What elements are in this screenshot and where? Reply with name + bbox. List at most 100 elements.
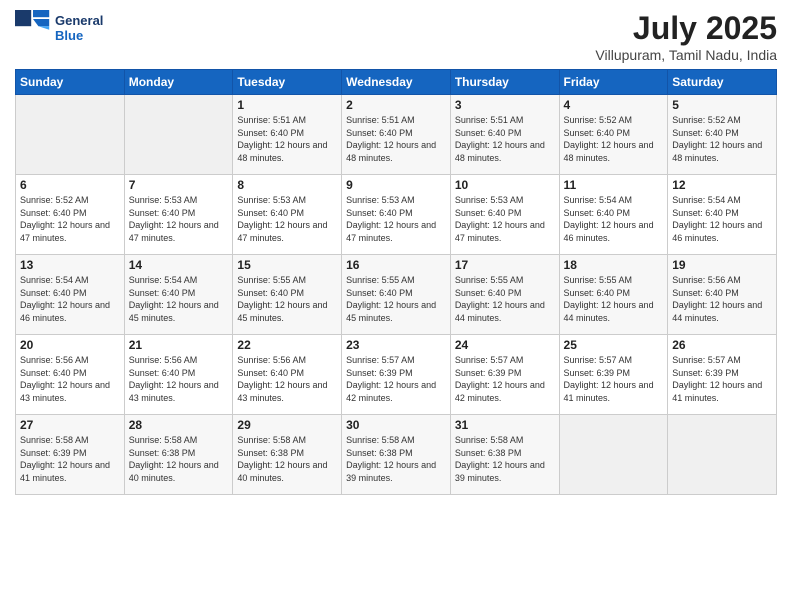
day-info: Sunrise: 5:58 AMSunset: 6:39 PMDaylight:… — [20, 434, 120, 484]
day-number: 29 — [237, 418, 337, 432]
day-info: Sunrise: 5:51 AMSunset: 6:40 PMDaylight:… — [346, 114, 446, 164]
day-number: 19 — [672, 258, 772, 272]
day-number: 5 — [672, 98, 772, 112]
day-info: Sunrise: 5:58 AMSunset: 6:38 PMDaylight:… — [237, 434, 337, 484]
day-cell: 19 Sunrise: 5:56 AMSunset: 6:40 PMDayligh… — [668, 255, 777, 335]
day-cell: 7 Sunrise: 5:53 AMSunset: 6:40 PMDaylight… — [124, 175, 233, 255]
header-cell-thursday: Thursday — [450, 70, 559, 95]
subtitle: Villupuram, Tamil Nadu, India — [595, 47, 777, 63]
week-row-3: 13Sunrise: 5:54 AMSunset: 6:40 PMDayligh… — [16, 255, 777, 335]
day-info: Sunrise: 5:56 AMSunset: 6:40 PMDaylight:… — [129, 354, 229, 404]
day-cell: 15Sunrise: 5:55 AMSunset: 6:40 PMDayligh… — [233, 255, 342, 335]
title-block: July 2025 Villupuram, Tamil Nadu, India — [595, 10, 777, 63]
header-cell-tuesday: Tuesday — [233, 70, 342, 95]
day-info: Sunrise: 5:53 AMSunset: 6:40 PMDaylight:… — [129, 194, 229, 244]
day-cell: 6 Sunrise: 5:52 AMSunset: 6:40 PMDaylight… — [16, 175, 125, 255]
day-info: Sunrise: 5:53 AMSunset: 6:40 PMDaylight:… — [455, 194, 555, 244]
logo-icon — [15, 10, 51, 46]
day-info: Sunrise: 5:56 AMSunset: 6:40 PMDaylight:… — [20, 354, 120, 404]
day-info: Sunrise: 5:58 AMSunset: 6:38 PMDaylight:… — [455, 434, 555, 484]
day-info: Sunrise: 5:57 AMSunset: 6:39 PMDaylight:… — [564, 354, 664, 404]
day-info: Sunrise: 5:52 AMSunset: 6:40 PMDaylight:… — [20, 194, 120, 244]
week-row-2: 6 Sunrise: 5:52 AMSunset: 6:40 PMDaylight… — [16, 175, 777, 255]
day-number: 28 — [129, 418, 229, 432]
day-cell: 31 Sunrise: 5:58 AMSunset: 6:38 PMDayligh… — [450, 415, 559, 495]
day-cell — [668, 415, 777, 495]
day-cell: 23Sunrise: 5:57 AMSunset: 6:39 PMDayligh… — [342, 335, 451, 415]
page: General Blue July 2025 Villupuram, Tamil… — [0, 0, 792, 612]
day-number: 23 — [346, 338, 446, 352]
day-info: Sunrise: 5:58 AMSunset: 6:38 PMDaylight:… — [129, 434, 229, 484]
day-cell: 10 Sunrise: 5:53 AMSunset: 6:40 PMDayligh… — [450, 175, 559, 255]
day-info: Sunrise: 5:57 AMSunset: 6:39 PMDaylight:… — [455, 354, 555, 404]
day-number: 7 — [129, 178, 229, 192]
day-info: Sunrise: 5:54 AMSunset: 6:40 PMDaylight:… — [20, 274, 120, 324]
day-info: Sunrise: 5:51 AMSunset: 6:40 PMDaylight:… — [455, 114, 555, 164]
day-info: Sunrise: 5:55 AMSunset: 6:40 PMDaylight:… — [346, 274, 446, 324]
day-cell — [559, 415, 668, 495]
day-number: 10 — [455, 178, 555, 192]
week-row-4: 20 Sunrise: 5:56 AMSunset: 6:40 PMDayligh… — [16, 335, 777, 415]
header-row: SundayMondayTuesdayWednesdayThursdayFrid… — [16, 70, 777, 95]
day-number: 1 — [237, 98, 337, 112]
day-cell: 13Sunrise: 5:54 AMSunset: 6:40 PMDayligh… — [16, 255, 125, 335]
day-cell: 18 Sunrise: 5:55 AMSunset: 6:40 PMDayligh… — [559, 255, 668, 335]
day-number: 20 — [20, 338, 120, 352]
day-cell: 1Sunrise: 5:51 AMSunset: 6:40 PMDaylight… — [233, 95, 342, 175]
week-row-1: 1 Sunrise: 5:51 AMSunset: 6:40 PMDaylight… — [16, 95, 777, 175]
day-cell — [16, 95, 125, 175]
day-cell: 25 Sunrise: 5:57 AMSunset: 6:39 PMDayligh… — [559, 335, 668, 415]
day-cell: 9Sunrise: 5:53 AMSunset: 6:40 PMDaylight… — [342, 175, 451, 255]
month-title: July 2025 — [595, 10, 777, 47]
day-number: 14 — [129, 258, 229, 272]
day-number: 25 — [564, 338, 664, 352]
day-number: 22 — [237, 338, 337, 352]
day-cell: 22 Sunrise: 5:56 AMSunset: 6:40 PMDayligh… — [233, 335, 342, 415]
day-number: 26 — [672, 338, 772, 352]
day-info: Sunrise: 5:55 AMSunset: 6:40 PMDaylight:… — [455, 274, 555, 324]
day-cell: 5Sunrise: 5:52 AMSunset: 6:40 PMDaylight… — [668, 95, 777, 175]
day-cell — [124, 95, 233, 175]
day-cell: 14 Sunrise: 5:54 AMSunset: 6:40 PMDayligh… — [124, 255, 233, 335]
day-info: Sunrise: 5:54 AMSunset: 6:40 PMDaylight:… — [564, 194, 664, 244]
header-cell-sunday: Sunday — [16, 70, 125, 95]
day-number: 31 — [455, 418, 555, 432]
day-cell: 17 Sunrise: 5:55 AMSunset: 6:40 PMDayligh… — [450, 255, 559, 335]
logo-text: General Blue — [55, 13, 103, 43]
day-number: 3 — [455, 98, 555, 112]
day-info: Sunrise: 5:54 AMSunset: 6:40 PMDaylight:… — [129, 274, 229, 324]
day-number: 18 — [564, 258, 664, 272]
day-info: Sunrise: 5:56 AMSunset: 6:40 PMDaylight:… — [672, 274, 772, 324]
day-number: 17 — [455, 258, 555, 272]
day-number: 2 — [346, 98, 446, 112]
day-info: Sunrise: 5:56 AMSunset: 6:40 PMDaylight:… — [237, 354, 337, 404]
day-number: 16 — [346, 258, 446, 272]
day-cell: 12Sunrise: 5:54 AMSunset: 6:40 PMDayligh… — [668, 175, 777, 255]
day-cell: 26Sunrise: 5:57 AMSunset: 6:39 PMDayligh… — [668, 335, 777, 415]
day-number: 24 — [455, 338, 555, 352]
calendar-table: SundayMondayTuesdayWednesdayThursdayFrid… — [15, 69, 777, 495]
day-number: 6 — [20, 178, 120, 192]
day-cell: 20 Sunrise: 5:56 AMSunset: 6:40 PMDayligh… — [16, 335, 125, 415]
day-info: Sunrise: 5:55 AMSunset: 6:40 PMDaylight:… — [564, 274, 664, 324]
header-cell-friday: Friday — [559, 70, 668, 95]
day-number: 8 — [237, 178, 337, 192]
day-cell: 4Sunrise: 5:52 AMSunset: 6:40 PMDaylight… — [559, 95, 668, 175]
day-number: 15 — [237, 258, 337, 272]
day-number: 11 — [564, 178, 664, 192]
header: General Blue July 2025 Villupuram, Tamil… — [15, 10, 777, 63]
header-cell-wednesday: Wednesday — [342, 70, 451, 95]
day-cell: 21 Sunrise: 5:56 AMSunset: 6:40 PMDayligh… — [124, 335, 233, 415]
logo: General Blue — [15, 10, 103, 46]
day-number: 21 — [129, 338, 229, 352]
day-info: Sunrise: 5:58 AMSunset: 6:38 PMDaylight:… — [346, 434, 446, 484]
day-cell: 29 Sunrise: 5:58 AMSunset: 6:38 PMDayligh… — [233, 415, 342, 495]
day-cell: 30Sunrise: 5:58 AMSunset: 6:38 PMDayligh… — [342, 415, 451, 495]
day-cell: 11 Sunrise: 5:54 AMSunset: 6:40 PMDayligh… — [559, 175, 668, 255]
header-cell-monday: Monday — [124, 70, 233, 95]
day-number: 9 — [346, 178, 446, 192]
day-cell: 27Sunrise: 5:58 AMSunset: 6:39 PMDayligh… — [16, 415, 125, 495]
header-cell-saturday: Saturday — [668, 70, 777, 95]
day-number: 4 — [564, 98, 664, 112]
day-cell: 3 Sunrise: 5:51 AMSunset: 6:40 PMDaylight… — [450, 95, 559, 175]
